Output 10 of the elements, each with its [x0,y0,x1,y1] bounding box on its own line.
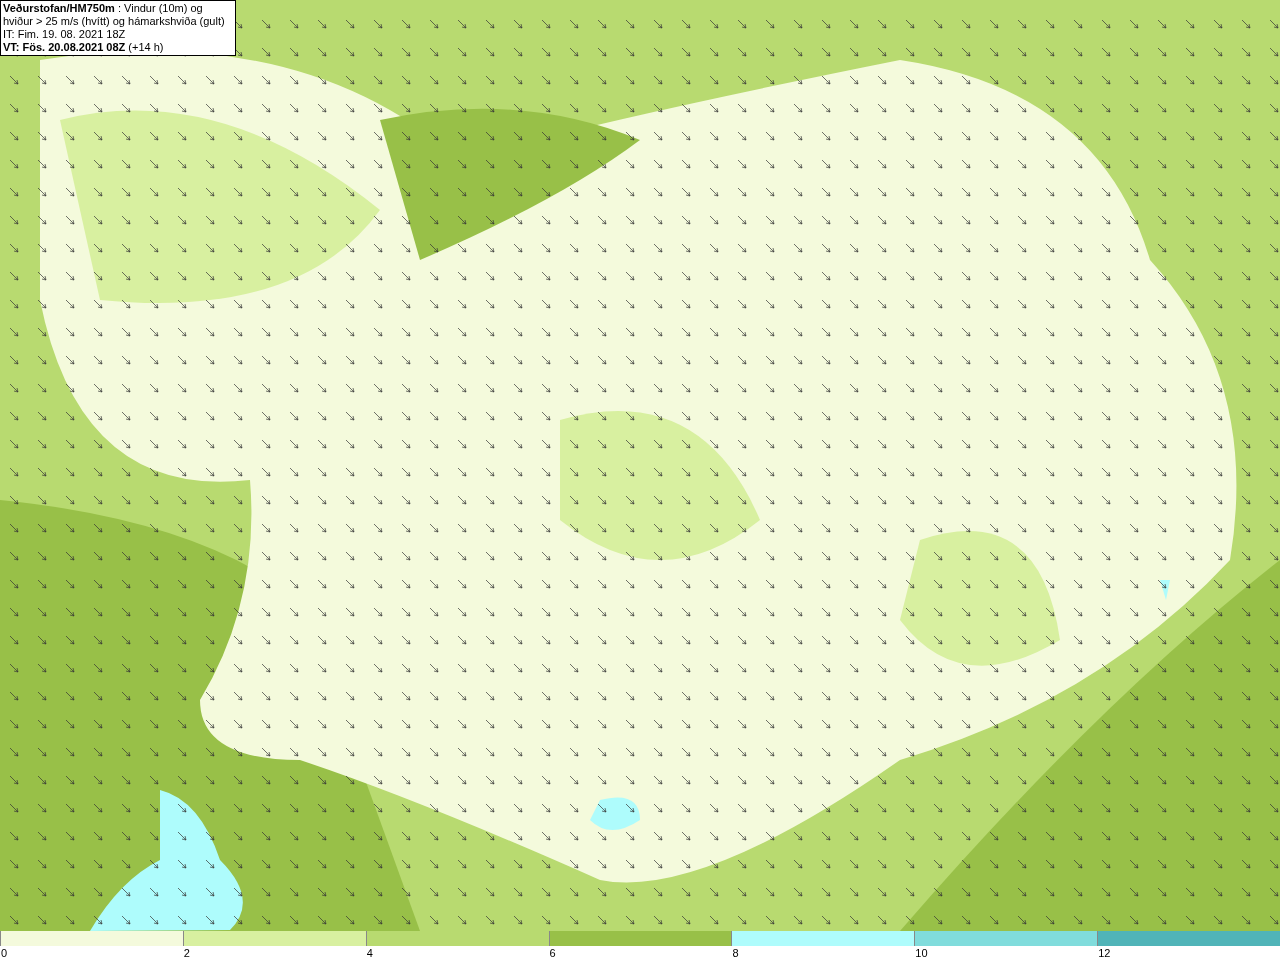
title-line: VT: Fös. 20.08.2021 08Z (+14 h) [3,41,165,54]
legend-label: 4 [365,946,373,960]
legend-label: 10 [914,946,928,960]
title-line: IT: Fim. 19. 08. 2021 18Z [3,28,127,41]
legend-label: 0 [0,946,8,960]
title-line: Veðurstofan/HM750m : Vindur (10m) og hviður > 25 m/s (hvítt) og hámarkshviða (gult) [3,2,226,28]
legend-label: 8 [731,946,739,960]
legend-label: 6 [548,946,556,960]
legend-label: 2 [182,946,190,960]
legend-label: 12 [1097,946,1111,960]
